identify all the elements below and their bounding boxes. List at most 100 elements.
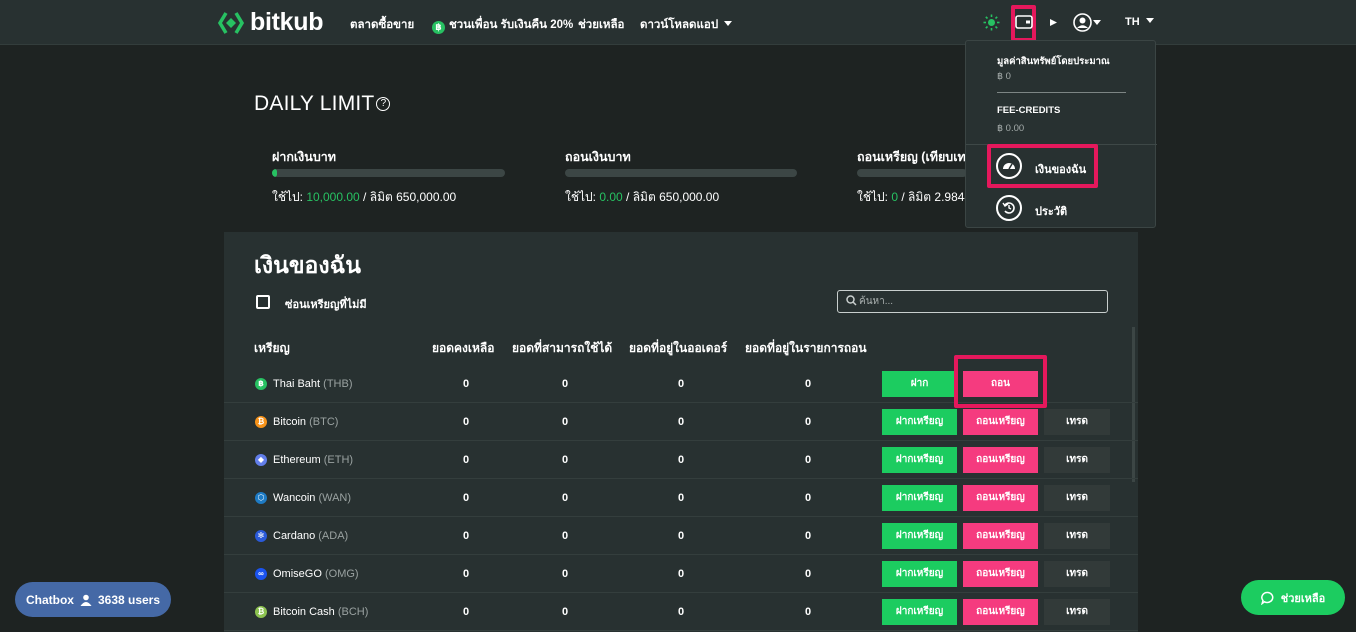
in-withdraw-value: 0	[804, 492, 812, 504]
deposit-button[interactable]: ฝาก	[882, 371, 957, 397]
col-available: ยอดที่สามารถใช้ได้	[512, 341, 613, 355]
deposit-button[interactable]: ฝากเหรียญ	[882, 523, 957, 549]
nav-referral[interactable]: ฿ ชวนเพื่อน รับเงินคืน 20%	[432, 16, 573, 34]
table-row: ⬡ Wancoin (WAN) 0 0 0 0 ฝากเหรียญ ถอนเหรียญ เทรด	[224, 479, 1138, 517]
withdraw-button[interactable]: ถอนเหรียญ	[963, 409, 1038, 435]
wallet-icon[interactable]	[1015, 15, 1033, 29]
in-order-value: 0	[677, 416, 685, 428]
trade-button[interactable]: เทรด	[1044, 523, 1110, 549]
help-chat-button[interactable]: ช่วยเหลือ	[1241, 580, 1345, 615]
limit-crypto-title: ถอนเหรียญ (เทียบเท	[857, 150, 966, 164]
theme-toggle-sun-icon[interactable]	[983, 14, 1000, 31]
balance-value: 0	[462, 568, 470, 580]
used-value: 0.00	[599, 190, 623, 204]
withdraw-button[interactable]: ถอนเหรียญ	[963, 447, 1038, 473]
in-order-value: 0	[677, 606, 685, 618]
available-value: 0	[561, 454, 569, 466]
caret-right-icon	[1050, 19, 1057, 26]
in-order-value: 0	[677, 568, 685, 580]
coin-symbol: (BTC)	[309, 416, 339, 428]
col-in-withdraw: ยอดที่อยู่ในรายการถอน	[745, 341, 867, 355]
language-select[interactable]: TH	[1125, 16, 1154, 28]
balance-value: 0	[462, 530, 470, 542]
coin-symbol: (OMG)	[324, 568, 359, 580]
withdraw-button[interactable]: ถอนเหรียญ	[963, 485, 1038, 511]
coin-symbol: (BCH)	[337, 606, 369, 618]
trade-button[interactable]: เทรด	[1044, 447, 1110, 473]
limit-withdraw-bar	[565, 169, 797, 177]
trade-button[interactable]: เทรด	[1044, 485, 1110, 511]
balance-value: 0	[462, 492, 470, 504]
available-value: 0	[561, 492, 569, 504]
balance-value: 0	[462, 454, 470, 466]
available-value: 0	[561, 568, 569, 580]
withdraw-button[interactable]: ถอนเหรียญ	[963, 599, 1038, 625]
coin-name: Bitcoin (BTC)	[273, 416, 338, 428]
used-value: 0	[891, 190, 899, 204]
coin-name: Thai Baht (THB)	[273, 378, 352, 390]
coin-symbol: (ADA)	[318, 530, 349, 542]
nav-help[interactable]: ช่วยเหลือ	[578, 16, 624, 34]
search-icon	[846, 295, 857, 306]
deposit-button[interactable]: ฝากเหรียญ	[882, 447, 957, 473]
coin-symbol: (ETH)	[323, 454, 354, 466]
limit-value: 650,000.00	[396, 190, 457, 204]
coin-icon: ∞	[255, 568, 267, 580]
withdraw-button[interactable]: ถอนเหรียญ	[963, 523, 1038, 549]
chevron-down-icon	[1145, 18, 1154, 23]
table-row: ∞ OmiseGO (OMG) 0 0 0 0 ฝากเหรียญ ถอนเหรียญ เทรด	[224, 555, 1138, 593]
limit-deposit-title: ฝากเงินบาท	[272, 150, 337, 164]
coin-icon: ฿	[255, 378, 267, 390]
in-withdraw-value: 0	[804, 530, 812, 542]
chevron-down-icon[interactable]	[1093, 20, 1101, 25]
gauge-glyph	[1003, 163, 1015, 170]
coin-name: Ethereum (ETH)	[273, 454, 353, 466]
deposit-button[interactable]: ฝากเหรียญ	[882, 485, 957, 511]
deposit-button[interactable]: ฝากเหรียญ	[882, 409, 957, 435]
deposit-button[interactable]: ฝากเหรียญ	[882, 599, 957, 625]
fee-credits-value: ฿ 0.00	[997, 123, 1025, 134]
balance-value: 0	[462, 606, 470, 618]
in-order-value: 0	[677, 530, 685, 542]
used-label: ใช้ไป:	[565, 190, 600, 204]
bitkub-logo[interactable]: bitkub	[218, 10, 324, 35]
col-in-order: ยอดที่อยู่ในออเดอร์	[629, 341, 728, 355]
highlight-box	[954, 355, 1047, 408]
limit-label: / ลิมิต	[898, 190, 935, 204]
used-value: 10,000.00	[306, 190, 360, 204]
coin-name-text: Bitcoin Cash	[273, 606, 335, 618]
user-account-icon[interactable]	[1073, 13, 1092, 32]
hide-zero-checkbox[interactable]	[256, 295, 270, 309]
nav-download[interactable]: ดาวน์โหลดแอป	[640, 16, 733, 34]
menu-item-my-wallet-label: เงินของฉัน	[1035, 164, 1087, 176]
my-wallet-panel: เงินของฉัน ซ่อนเหรียญที่ไม่มี เหรียญ ยอด…	[224, 232, 1138, 632]
help-question-icon[interactable]: ?	[376, 97, 391, 112]
trade-button[interactable]: เทรด	[1044, 561, 1110, 587]
in-withdraw-value: 0	[804, 416, 812, 428]
trade-button[interactable]: เทรด	[1044, 599, 1110, 625]
coin-icon: ₿	[255, 416, 267, 428]
coin-name-text: Wancoin	[273, 492, 316, 504]
limit-crypto-bar	[857, 169, 967, 177]
limit-withdraw-text: ใช้ไป: 0.00 / ลิมิต 650,000.00	[565, 188, 719, 207]
deposit-button[interactable]: ฝากเหรียญ	[882, 561, 957, 587]
top-navbar: bitkub ตลาดซื้อขาย ฿ ชวนเพื่อน รับเงินคืน…	[0, 0, 1356, 45]
limit-label: / ลิมิต	[622, 190, 660, 204]
available-value: 0	[561, 530, 569, 542]
baht-coin-icon: ฿	[432, 21, 445, 34]
search-box[interactable]	[837, 290, 1108, 313]
nav-market[interactable]: ตลาดซื้อขาย	[350, 16, 414, 34]
chat-bubble-icon	[1260, 591, 1274, 605]
limit-crypto-text: ใช้ไป: 0 / ลิมิต 2.9844	[857, 188, 971, 207]
limit-deposit-text: ใช้ไป: 10,000.00 / ลิมิต 650,000.00	[272, 188, 456, 207]
withdraw-button[interactable]: ถอนเหรียญ	[963, 561, 1038, 587]
nav-download-label: ดาวน์โหลดแอป	[640, 19, 719, 31]
menu-item-history-label: ประวัติ	[1035, 206, 1068, 218]
search-input[interactable]	[859, 294, 1099, 309]
trade-button[interactable]: เทรด	[1044, 409, 1110, 435]
coin-name: Wancoin (WAN)	[273, 492, 351, 504]
asset-value: ฿ 0	[997, 71, 1011, 82]
coin-name: Cardano (ADA)	[273, 530, 348, 542]
coin-name-text: Cardano	[273, 530, 316, 542]
chatbox-button[interactable]: Chatbox 3638 users	[15, 582, 171, 617]
